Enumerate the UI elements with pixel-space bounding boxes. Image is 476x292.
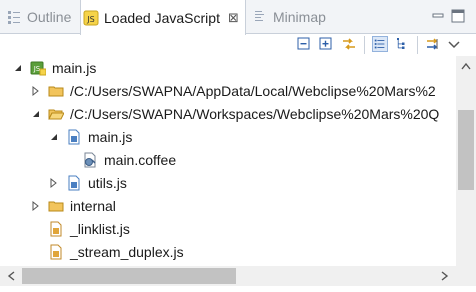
tree-item-label: main.js	[52, 59, 97, 76]
collapsed-triangle-icon[interactable]	[30, 85, 42, 97]
tab-loaded-javascript[interactable]: JS Loaded JavaScript ⊠	[80, 0, 246, 35]
flat-layout-icon[interactable]	[372, 36, 388, 52]
tab-minimap-label: Minimap	[273, 9, 326, 25]
javascript-icon: JS	[83, 10, 99, 25]
tree-item-label: main.coffee	[104, 151, 177, 168]
expanded-triangle-icon[interactable]	[48, 131, 60, 143]
tab-outline-label: Outline	[27, 9, 72, 25]
coffee-file-icon	[84, 152, 96, 167]
view-menu-icon[interactable]	[425, 36, 441, 52]
minimap-icon	[255, 11, 264, 21]
loaded-scripts-tree: JS main.js /C:/Users/SWAPNA/AppData/Loca…	[0, 56, 456, 266]
expanded-triangle-icon[interactable]	[12, 62, 24, 74]
javascript-file-icon	[50, 244, 62, 259]
folder-icon	[48, 86, 64, 96]
javascript-file-icon	[50, 221, 62, 236]
tree-item-root-main-js[interactable]: JS main.js	[12, 56, 96, 79]
tab-outline[interactable]: Outline	[6, 0, 76, 34]
tree-item-utils-js[interactable]: utils.js	[48, 171, 127, 194]
vertical-scrollbar-thumb[interactable]	[458, 110, 474, 190]
javascript-file-icon	[68, 129, 80, 144]
maximize-icon[interactable]	[450, 8, 466, 24]
scrollbar-corner	[456, 266, 476, 286]
tree-item-main-js[interactable]: main.js	[48, 125, 132, 148]
folder-icon	[48, 201, 64, 211]
tree-item-label: /C:/Users/SWAPNA/AppData/Local/Webclipse…	[70, 82, 436, 99]
view-toolbar	[0, 36, 476, 56]
vertical-scrollbar[interactable]	[456, 56, 476, 266]
tree-item-label: internal	[70, 197, 116, 214]
hierarchical-layout-icon[interactable]	[394, 36, 410, 52]
tree-item-main-coffee[interactable]: main.coffee	[82, 148, 176, 171]
scroll-left-icon[interactable]	[3, 268, 19, 284]
toolbar-separator-2	[417, 36, 418, 54]
javascript-project-icon: JS	[30, 61, 46, 75]
tree-item-stream-duplex-js[interactable]: _stream_duplex.js	[48, 240, 184, 263]
close-icon[interactable]: ⊠	[228, 10, 239, 26]
svg-text:JS: JS	[86, 15, 94, 24]
tree-item-folder-internal[interactable]: internal	[30, 194, 116, 217]
tree-item-label: _stream_duplex.js	[70, 243, 184, 260]
horizontal-scrollbar[interactable]	[0, 266, 456, 286]
collapsed-triangle-icon[interactable]	[30, 200, 42, 212]
horizontal-scrollbar-thumb[interactable]	[22, 268, 236, 284]
tree-item-label: utils.js	[88, 174, 127, 191]
toolbar-separator	[364, 36, 365, 54]
scroll-up-icon[interactable]	[458, 58, 474, 74]
javascript-file-icon	[68, 175, 80, 190]
tab-minimap[interactable]: Minimap	[252, 0, 352, 34]
tab-loaded-javascript-label: Loaded JavaScript	[104, 9, 220, 26]
scroll-right-icon[interactable]	[437, 268, 453, 284]
tree-item-folder-workspaces[interactable]: /C:/Users/SWAPNA/Workspaces/Webclipse%20…	[30, 102, 439, 125]
link-with-editor-icon[interactable]	[341, 36, 357, 52]
tree-item-label: main.js	[88, 128, 133, 145]
tree-item-label: _linklist.js	[70, 220, 130, 237]
minimize-icon[interactable]	[430, 8, 446, 24]
tree-item-label: /C:/Users/SWAPNA/Workspaces/Webclipse%20…	[70, 105, 440, 122]
chevron-down-icon[interactable]	[446, 36, 462, 52]
expand-all-icon[interactable]	[318, 36, 334, 52]
expanded-triangle-icon[interactable]	[30, 108, 42, 120]
view-tab-bar: Outline JS Loaded JavaScript ⊠ Minimap	[0, 0, 476, 35]
collapse-all-icon[interactable]	[296, 36, 312, 52]
tree-item-linklist-js[interactable]: _linklist.js	[48, 217, 130, 240]
open-folder-icon	[48, 109, 64, 119]
collapsed-triangle-icon[interactable]	[48, 177, 60, 189]
outline-icon	[8, 11, 20, 24]
tree-item-folder-appdata[interactable]: /C:/Users/SWAPNA/AppData/Local/Webclipse…	[30, 79, 436, 102]
